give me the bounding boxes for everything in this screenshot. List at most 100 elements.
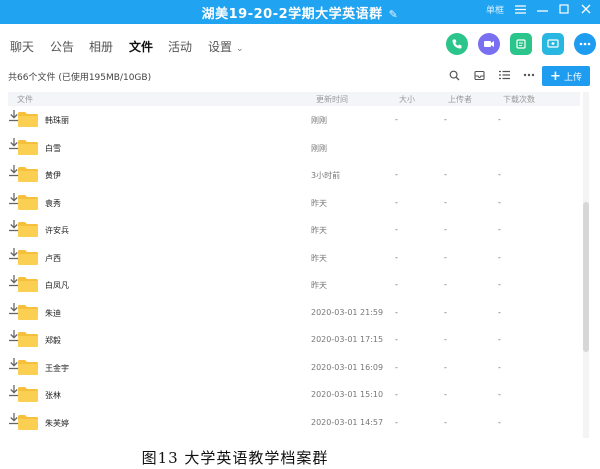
close-icon[interactable] [580,2,592,16]
table-row[interactable]: 白雪 刚刚 [8,135,580,162]
table-row[interactable]: 白凤凡 昨天 - - - [8,272,580,299]
file-name[interactable]: 张林 [45,390,61,401]
file-name[interactable]: 郑毅 [45,335,61,346]
file-updated-time: 2020-03-01 17:15 [311,335,384,344]
file-size: - [395,362,398,372]
column-header-name[interactable]: 文件 [17,94,33,105]
menu-icon[interactable] [514,2,526,16]
file-download-count: - [498,225,501,234]
file-name[interactable]: 韩珠丽 [45,115,69,126]
file-size: - [395,197,398,207]
file-size: - [395,335,398,344]
file-updated-time: 2020-03-01 21:59 [311,307,384,317]
file-download-count: - [498,280,501,289]
folder-icon [18,387,38,402]
scrollbar-thumb[interactable] [583,202,589,352]
file-updated-time: 2020-03-01 14:57 [311,417,384,427]
more-icon[interactable] [574,33,596,55]
file-toolbar: 共66个文件 (已使用195MB/10GB) + 上传 [0,64,600,88]
inbox-icon[interactable] [472,68,486,82]
file-uploader: - [444,307,447,317]
phone-icon[interactable] [446,33,468,55]
file-updated-time: 2020-03-01 15:10 [311,390,384,399]
video-icon[interactable] [478,33,500,55]
folder-icon [18,359,38,375]
list-view-icon[interactable] [497,68,511,82]
table-row[interactable]: 郑毅 2020-03-01 17:15 - - - [8,327,580,354]
folder-icon [18,222,38,237]
table-row[interactable]: 朱迪 2020-03-01 21:59 - - - [8,300,580,327]
file-name[interactable]: 王金宇 [45,363,69,374]
file-name[interactable]: 黄伊 [45,170,61,181]
column-header-size[interactable]: 大小 [399,94,415,105]
file-download-count: - [498,115,501,124]
file-name[interactable]: 朱迪 [45,308,61,319]
tab-album[interactable]: 相册 [89,38,113,55]
column-header-updated[interactable]: 更新时间 [316,94,348,105]
file-size: - [395,307,398,317]
maximize-icon[interactable] [558,2,570,16]
file-uploader: - [444,335,447,344]
folder-icon [18,194,38,210]
file-updated-time: 昨天 [311,198,327,208]
file-uploader: - [444,252,447,262]
file-updated-time: 刚刚 [311,143,327,153]
file-name[interactable]: 白雪 [45,143,61,154]
table-row[interactable]: 黄伊 3小时前 - - - [8,162,580,189]
table-row[interactable]: 袁秀 昨天 - - - [8,190,580,217]
storage-summary: 共66个文件 (已使用195MB/10GB) [8,73,152,83]
file-uploader: - [444,225,447,234]
tab-chat[interactable]: 聊天 [10,38,34,55]
file-download-count: - [498,335,501,344]
tab-settings[interactable]: 设置 ⌄ [208,38,244,55]
more-options-icon[interactable] [522,68,536,82]
column-header-downloads[interactable]: 下载次数 [503,94,535,105]
edit-title-icon[interactable]: ✎ [389,8,399,21]
nav-action-icons [446,33,596,55]
tab-files[interactable]: 文件 [129,38,153,55]
table-row[interactable]: 王金宇 2020-03-01 16:09 - - - [8,355,580,382]
figure-caption: 图13 大学英语教学档案群 [141,449,329,467]
file-name[interactable]: 白凤凡 [45,280,69,291]
file-size: - [395,252,398,262]
folder-icon [18,277,38,292]
file-size: - [395,115,398,124]
folder-icon [18,304,38,320]
folder-icon [18,414,38,430]
column-header-uploader[interactable]: 上传者 [448,94,472,105]
file-updated-time: 昨天 [311,253,327,263]
table-row[interactable]: 卢西 昨天 - - - [8,245,580,272]
tab-announcements[interactable]: 公告 [50,38,74,55]
table-row[interactable]: 张林 2020-03-01 15:10 - - - [8,382,580,409]
file-updated-time: 3小时前 [311,171,341,180]
file-name[interactable]: 朱芙婷 [45,418,69,429]
tab-activities[interactable]: 活动 [168,38,192,55]
upload-button[interactable]: + 上传 [542,66,590,86]
folder-icon [18,139,38,155]
file-name[interactable]: 袁秀 [45,198,61,209]
folder-icon [18,167,38,182]
file-download-count: - [498,307,501,317]
file-name[interactable]: 许安兵 [45,225,69,236]
table-row[interactable]: 韩珠丽 刚刚 - - - [8,107,580,134]
file-updated-time: 2020-03-01 16:09 [311,362,384,372]
scrollbar-track[interactable] [583,92,589,438]
search-icon[interactable] [447,68,461,82]
folder-icon [18,332,38,347]
file-uploader: - [444,390,447,399]
pin-label[interactable]: 单框 [486,3,504,16]
title-bar: 湖美19-20-2学期大学英语群 ✎ 单框 [0,0,600,24]
chevron-down-icon: ⌄ [236,44,244,54]
file-size: - [395,417,398,427]
app-icon[interactable] [510,33,532,55]
table-row[interactable]: 许安兵 昨天 - - - [8,217,580,244]
table-row[interactable]: 朱芙婷 2020-03-01 14:57 - - - [8,410,580,437]
file-uploader: - [444,280,447,289]
table-header: 文件 更新时间 大小 上传者 下载次数 [8,92,580,106]
minimize-icon[interactable] [536,2,548,16]
file-download-count: - [498,252,501,262]
file-size: - [395,390,398,399]
file-name[interactable]: 卢西 [45,253,61,264]
screen-share-icon[interactable] [542,33,564,55]
toolbar-icons [447,68,536,82]
